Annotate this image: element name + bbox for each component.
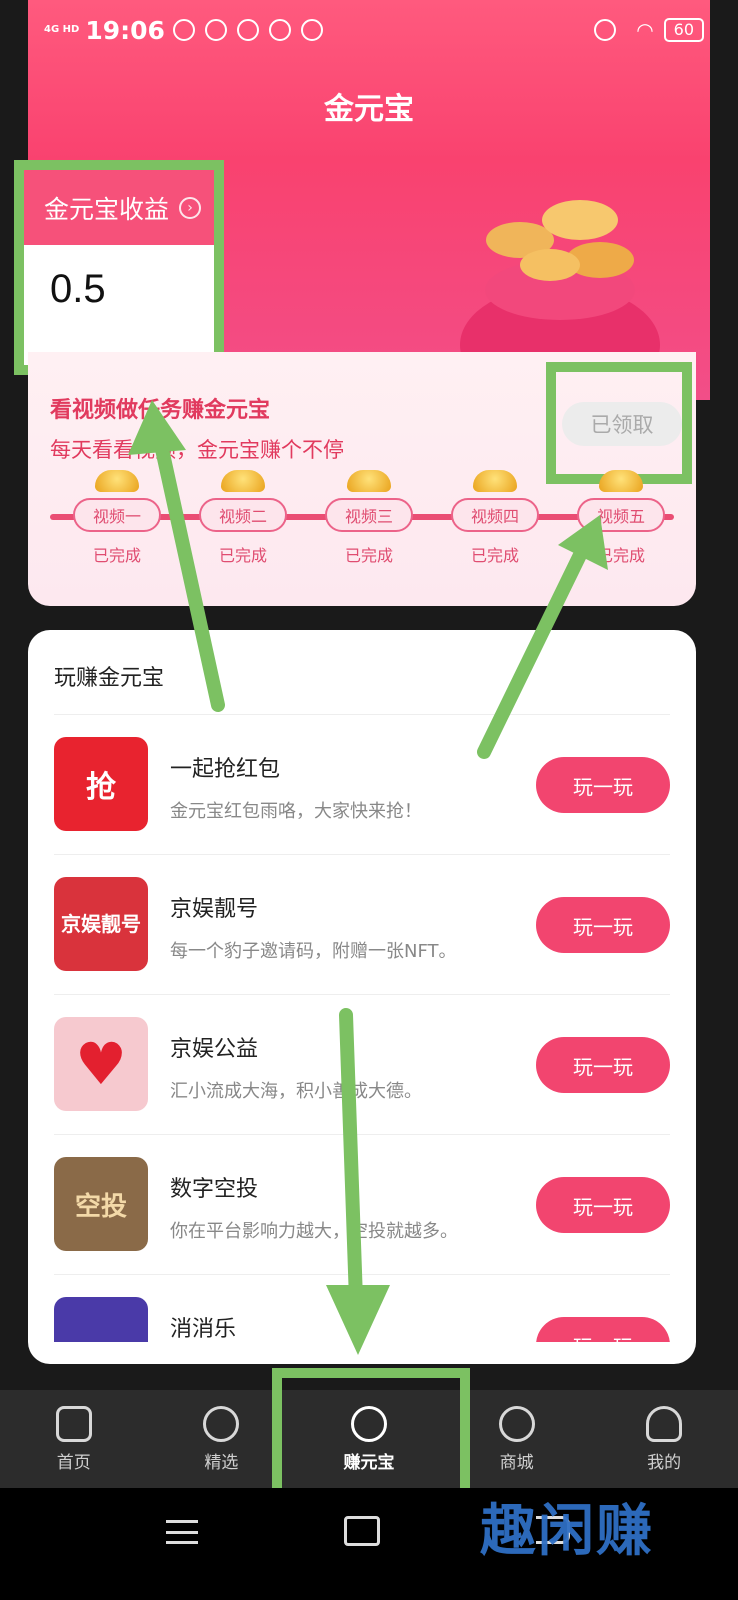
play-button[interactable]: 玩一玩 [536, 1177, 670, 1233]
home-button-icon[interactable] [344, 1516, 380, 1546]
page-title: 金元宝 [324, 92, 414, 127]
notification-icon [236, 19, 259, 41]
game-name: 京娱靓号 [170, 897, 259, 922]
claim-highlight-box: 已领取 [546, 362, 692, 484]
nav-label: 商城 [499, 1452, 534, 1473]
task-step: 视频二 已完成 [198, 470, 288, 566]
nav-item-home[interactable]: 首页 [14, 1405, 134, 1473]
task-step: 视频四 已完成 [450, 470, 540, 566]
task-step: 视频一 已完成 [72, 470, 162, 566]
step-label: 视频三 [325, 498, 413, 532]
game-item[interactable]: 京娱靓号 京娱靓号 每一个豹子邀请码，附赠一张NFT。 玩一玩 [54, 854, 670, 994]
play-button[interactable]: 玩一玩 [536, 757, 670, 813]
nav-item-profile[interactable]: 我的 [604, 1405, 724, 1473]
earnings-highlight-box: 金元宝收益 › 0.5 [14, 160, 224, 375]
chevron-right-icon: › [179, 196, 202, 219]
earnings-label: 金元宝收益 [44, 194, 170, 224]
step-label: 视频一 [73, 498, 161, 532]
nav-item-mall[interactable]: 商城 [457, 1405, 577, 1473]
network-indicator: 4G HD [44, 24, 80, 35]
step-status: 已完成 [344, 546, 393, 565]
play-button[interactable]: 玩一玩 [536, 1317, 670, 1342]
claimed-button[interactable]: 已领取 [562, 402, 682, 446]
battery-indicator: 60 [663, 18, 704, 42]
game-item[interactable]: ♥ 京娱公益 汇小流成大海，积小善成大德。 玩一玩 [54, 994, 670, 1134]
notification-icon [268, 19, 291, 41]
games-section-title: 玩赚金元宝 [54, 666, 165, 691]
menu-icon[interactable] [166, 1520, 198, 1544]
game-description: 你在平台影响力越大，空投就越多。 [170, 1221, 458, 1242]
game-name: 京娱公益 [170, 1037, 259, 1062]
nav-label: 精选 [204, 1452, 239, 1473]
video-task-card: 看视频做任务赚金元宝 每天看看视频，金元宝赚个不停 已领取 视频一 已完成 视频… [28, 352, 696, 606]
earnings-link[interactable]: 金元宝收益 › [24, 170, 214, 245]
notification-icon [204, 19, 227, 41]
mall-icon [498, 1405, 535, 1442]
airdrop-icon: 空投 [54, 1157, 148, 1251]
nav-label: 首页 [56, 1452, 91, 1473]
step-status: 已完成 [218, 546, 267, 565]
alarm-icon [594, 19, 617, 41]
match-game-icon [54, 1297, 148, 1342]
game-description: 汇小流成大海，积小善成大德。 [170, 1081, 422, 1102]
step-label: 视频二 [199, 498, 287, 532]
step-status: 已完成 [470, 546, 519, 565]
game-name: 一起抢红包 [170, 757, 281, 782]
wifi-icon: ◠ [636, 18, 654, 42]
gold-ingot-icon [473, 470, 517, 492]
nav-item-featured[interactable]: 精选 [161, 1405, 281, 1473]
play-button[interactable]: 玩一玩 [536, 1037, 670, 1093]
status-bar: 4G HD 19:06 ◠ 60 [44, 10, 704, 50]
game-description: 每一个豹子邀请码，附赠一张NFT。 [170, 941, 457, 962]
task-subtitle: 每天看看视频，金元宝赚个不停 [50, 438, 344, 462]
heart-icon: ♥ [54, 1017, 148, 1111]
red-envelope-icon: 抢 [54, 737, 148, 831]
task-title: 看视频做任务赚金元宝 [50, 398, 271, 423]
play-circle-icon [203, 1405, 240, 1442]
game-name: 消消乐 [170, 1317, 237, 1342]
gold-ingot-icon [599, 470, 643, 492]
gold-ingot-bag-icon [460, 200, 660, 370]
task-step: 视频三 已完成 [324, 470, 414, 566]
location-icon [300, 19, 323, 41]
profile-icon [646, 1405, 683, 1442]
pretty-number-icon: 京娱靓号 [54, 877, 148, 971]
game-description: 金元宝红包雨咯，大家快来抢！ [170, 801, 422, 822]
step-label: 视频五 [577, 498, 665, 532]
nav-label: 我的 [647, 1452, 682, 1473]
games-card: 玩赚金元宝 抢 一起抢红包 金元宝红包雨咯，大家快来抢！ 玩一玩 京娱靓号 京娱… [28, 630, 696, 1364]
step-status: 已完成 [596, 546, 645, 565]
watermark: 趣闲赚 [480, 1499, 654, 1564]
home-icon [55, 1405, 92, 1442]
task-step: 视频五 已完成 [576, 470, 666, 566]
notification-icon [172, 19, 195, 41]
status-time: 19:06 [85, 15, 165, 45]
gold-ingot-icon [347, 470, 391, 492]
step-status: 已完成 [92, 546, 141, 565]
game-item[interactable]: 抢 一起抢红包 金元宝红包雨咯，大家快来抢！ 玩一玩 [54, 714, 670, 854]
games-list[interactable]: 抢 一起抢红包 金元宝红包雨咯，大家快来抢！ 玩一玩 京娱靓号 京娱靓号 每一个… [54, 714, 670, 1342]
earnings-value: 0.5 [50, 267, 106, 311]
gold-ingot-icon [221, 470, 265, 492]
game-name: 数字空投 [170, 1177, 259, 1202]
game-item[interactable]: 消消乐 玩一玩 [54, 1274, 670, 1342]
step-label: 视频四 [451, 498, 539, 532]
gold-ingot-icon [95, 470, 139, 492]
game-item[interactable]: 空投 数字空投 你在平台影响力越大，空投就越多。 玩一玩 [54, 1134, 670, 1274]
play-button[interactable]: 玩一玩 [536, 897, 670, 953]
